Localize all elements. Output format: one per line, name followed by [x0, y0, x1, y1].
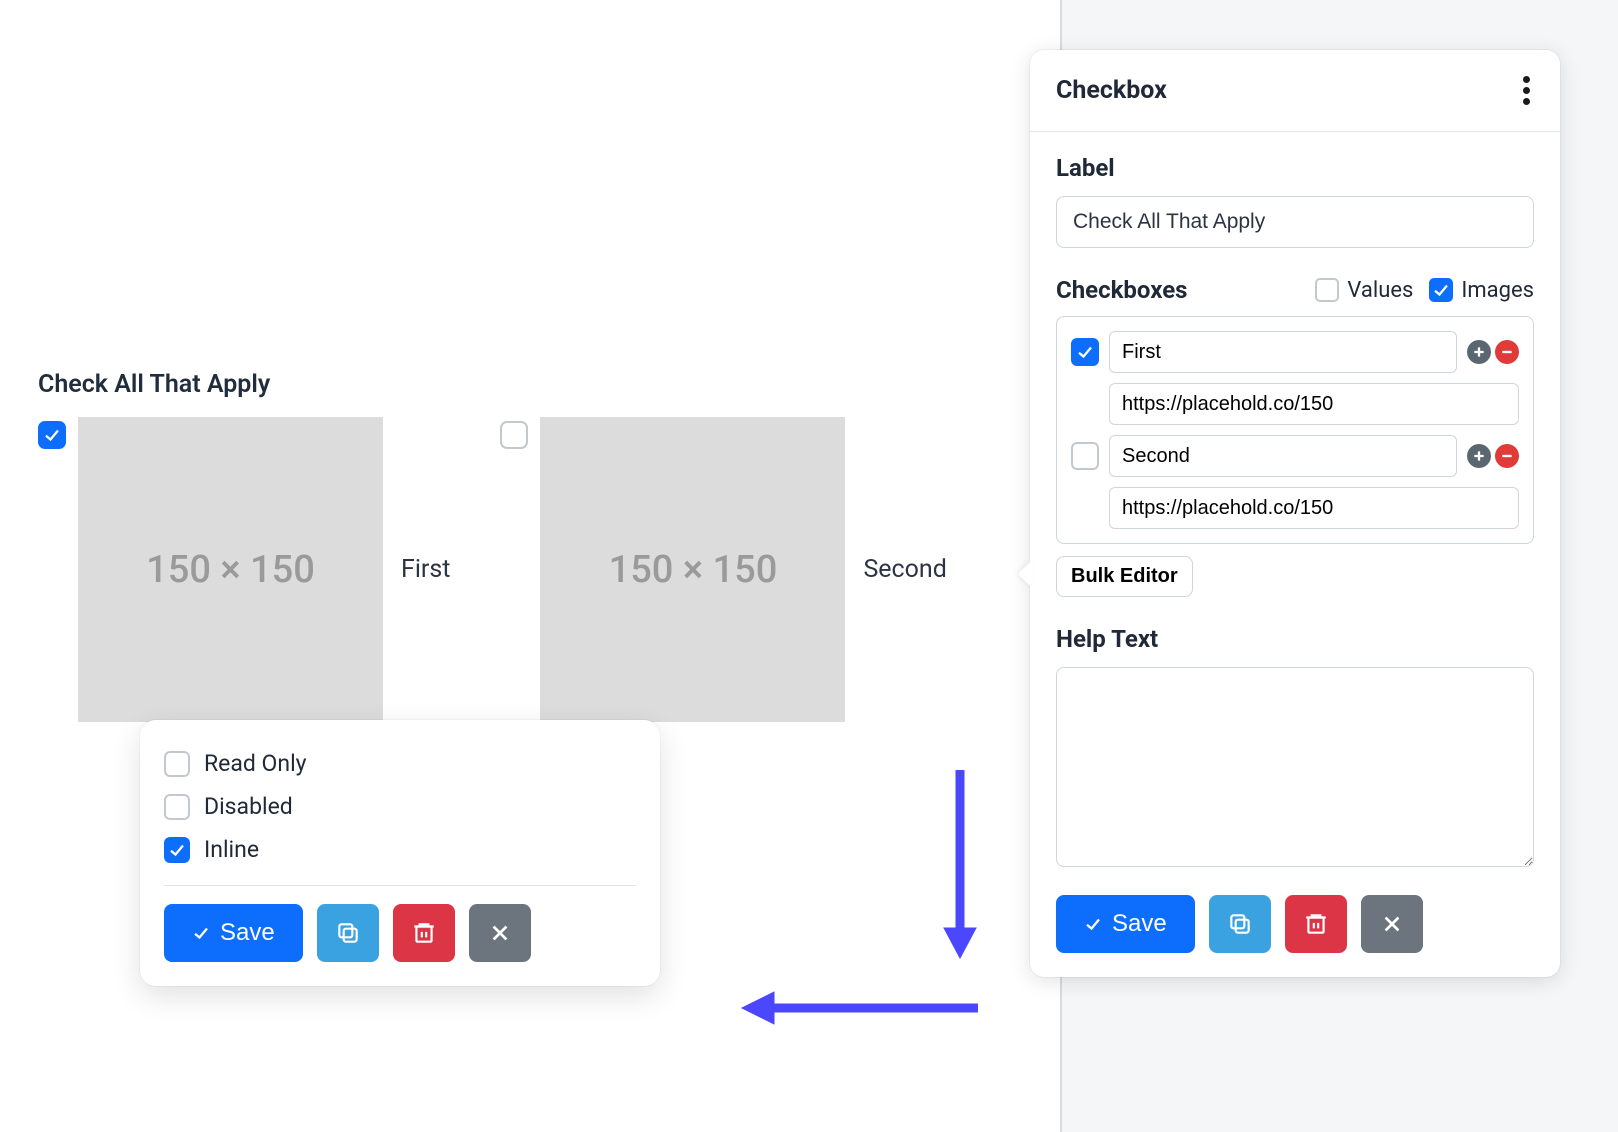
option-row	[1071, 435, 1519, 477]
option-image-placeholder: 150 × 150	[540, 417, 845, 722]
checkbox-input[interactable]	[164, 837, 190, 863]
remove-option-button[interactable]	[1495, 444, 1519, 468]
option-image-input[interactable]	[1109, 383, 1519, 425]
checkboxes-heading: Checkboxes	[1056, 276, 1188, 304]
close-button[interactable]	[1361, 895, 1423, 953]
checkbox-input[interactable]	[164, 751, 190, 777]
disabled-toggle[interactable]: Disabled	[164, 785, 636, 828]
arrow-left-icon	[740, 978, 980, 1038]
plus-icon	[1472, 449, 1486, 463]
options-popover: Read Only Disabled Inline Save	[140, 720, 660, 986]
plus-icon	[1472, 345, 1486, 359]
default-checked-input[interactable]	[1071, 442, 1099, 470]
delete-button[interactable]	[1285, 895, 1347, 953]
label-input[interactable]	[1056, 196, 1534, 248]
option-name-input[interactable]	[1109, 435, 1457, 477]
more-menu-button[interactable]	[1519, 72, 1534, 109]
read-only-toggle[interactable]: Read Only	[164, 742, 636, 785]
checkbox-input[interactable]	[164, 794, 190, 820]
checkbox-input[interactable]	[500, 421, 528, 449]
bulk-editor-button[interactable]: Bulk Editor	[1056, 556, 1193, 597]
arrow-down-icon	[930, 770, 990, 960]
label-heading: Label	[1056, 154, 1534, 182]
inline-toggle[interactable]: Inline	[164, 828, 636, 871]
trash-icon	[1303, 911, 1329, 937]
images-flag[interactable]: Images	[1429, 278, 1534, 303]
default-checked-input[interactable]	[1071, 338, 1099, 366]
option-label: First	[401, 555, 450, 584]
copy-icon	[1227, 911, 1253, 937]
save-label: Save	[220, 919, 275, 947]
save-button[interactable]: Save	[164, 904, 303, 962]
toggle-label: Read Only	[204, 750, 307, 777]
help-text-heading: Help Text	[1056, 625, 1534, 653]
copy-icon	[335, 920, 361, 946]
close-icon	[489, 922, 511, 944]
help-text-input[interactable]	[1056, 667, 1534, 867]
values-flag[interactable]: Values	[1315, 278, 1413, 303]
option-image-input[interactable]	[1109, 487, 1519, 529]
delete-button[interactable]	[393, 904, 455, 962]
separator	[164, 885, 636, 886]
add-option-button[interactable]	[1467, 444, 1491, 468]
duplicate-button[interactable]	[1209, 895, 1271, 953]
add-option-button[interactable]	[1467, 340, 1491, 364]
toggle-label: Disabled	[204, 793, 293, 820]
save-button[interactable]: Save	[1056, 895, 1195, 953]
close-button[interactable]	[469, 904, 531, 962]
trash-icon	[411, 920, 437, 946]
form-preview: Check All That Apply 150 × 150 First 150…	[38, 370, 998, 722]
minus-icon	[1500, 345, 1514, 359]
option-row	[1071, 331, 1519, 373]
field-label: Check All That Apply	[38, 370, 998, 399]
toggle-label: Inline	[204, 836, 259, 863]
panel-title: Checkbox	[1056, 76, 1167, 105]
checkbox-input[interactable]	[38, 421, 66, 449]
remove-option-button[interactable]	[1495, 340, 1519, 364]
checkbox-input[interactable]	[1429, 278, 1453, 302]
duplicate-button[interactable]	[317, 904, 379, 962]
option-image-placeholder: 150 × 150	[78, 417, 383, 722]
option-name-input[interactable]	[1109, 331, 1457, 373]
option-label: Second	[863, 555, 946, 584]
save-label: Save	[1112, 910, 1167, 938]
checkbox-option[interactable]: 150 × 150 First	[38, 417, 450, 722]
field-editor-panel: Checkbox Label Checkboxes Values Images	[1030, 50, 1560, 977]
close-icon	[1381, 913, 1403, 935]
minus-icon	[1500, 449, 1514, 463]
checkbox-input[interactable]	[1315, 278, 1339, 302]
checkbox-option[interactable]: 150 × 150 Second	[500, 417, 946, 722]
options-list	[1056, 316, 1534, 544]
